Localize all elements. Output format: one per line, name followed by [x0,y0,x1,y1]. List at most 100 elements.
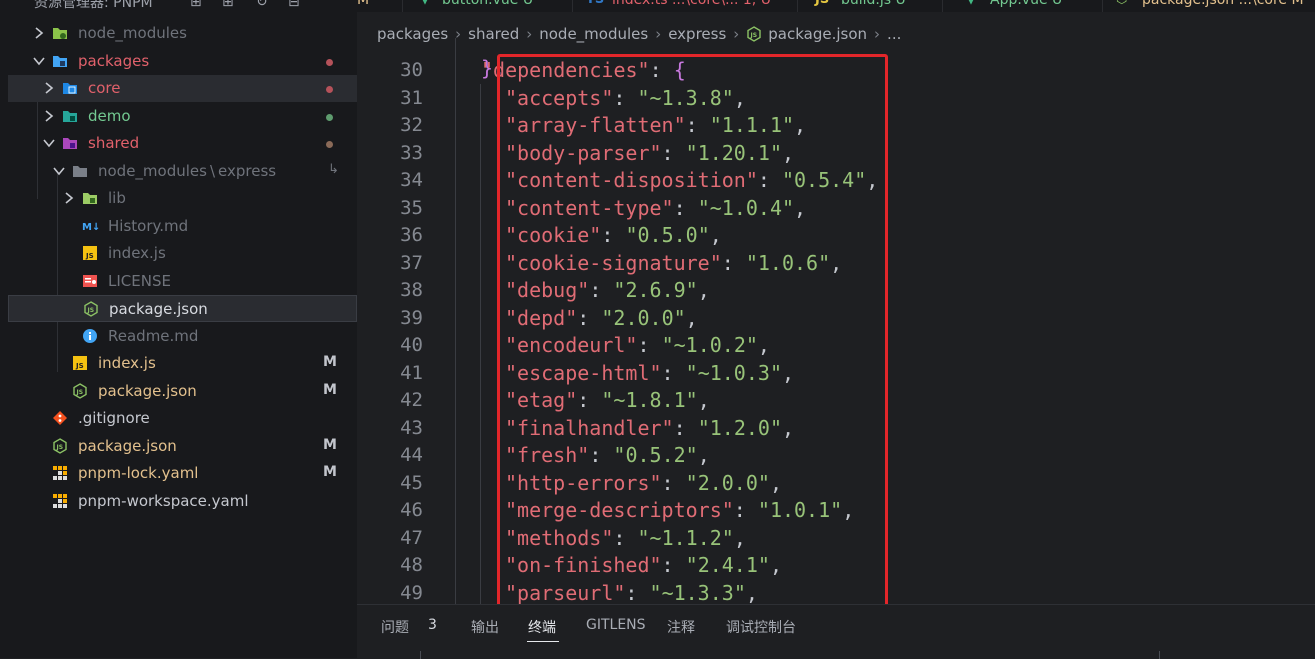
git-modified-badge: M [323,354,337,370]
tree-item-history-md[interactable]: M↓ History.md [8,213,357,240]
tree-item-demo[interactable]: demo [8,103,357,130]
chevron-right-icon [42,108,56,124]
tree-item-node-modules-express[interactable]: node_modules \ express ↳ [8,158,357,185]
demo-folder-icon [62,108,78,124]
path-separator: \ [209,162,216,180]
folder-name-suffix: express [218,162,277,180]
tab-button-vue[interactable]: ▼ button.vue U [402,0,573,12]
symlink-icon: ↳ [328,162,339,177]
tab-gitlens[interactable]: GITLENS [586,617,646,633]
tree-item-gitignore[interactable]: .gitignore [8,405,357,432]
chevron-right-icon [62,190,76,206]
line-number: 33 [400,141,423,164]
line-number: 42 [400,389,423,411]
license-icon [82,273,98,289]
git-modified-badge: M [323,437,337,453]
svg-text:JS: JS [56,444,64,451]
info-icon [82,328,98,344]
new-file-icon[interactable]: ⊞ [190,0,202,10]
git-status-dot [326,59,333,66]
line-number: 44 [400,444,423,466]
git-icon [52,410,68,426]
tree-item-index-js[interactable]: JS index.js [8,240,357,267]
editor-tab-bar: 资源管理器: PNPM ⊞ ⊞ ↻ ⊟ M ▼ button.vue U TS … [0,0,1315,12]
json-icon: ⬡ [1116,0,1127,7]
tree-item-pnpm-workspace[interactable]: pnpm-workspace.yaml [8,488,357,515]
line-number: 41 [400,361,423,384]
code-line-partial: }, [481,55,506,80]
highlight-annotation-box [497,54,888,604]
tab-app-vue[interactable]: ▼ App.vue U [942,0,1103,12]
collapse-icon[interactable]: ⊟ [288,0,300,10]
tab-build-js[interactable]: JS build.js U [797,0,943,12]
git-status-dot [326,141,333,148]
line-number: 35 [400,196,423,219]
nodejs-icon: JS [83,301,99,317]
core-folder-icon [62,80,78,96]
line-number: 46 [400,499,423,521]
tree-item-pnpm-lock[interactable]: pnpm-lock.yaml M [8,460,357,487]
svg-text:JS: JS [85,252,94,260]
tree-item-shared-package-json[interactable]: JS package.json M [8,378,357,405]
tree-item-core[interactable]: core [8,75,357,102]
line-number: 48 [400,554,423,576]
tab-package-json[interactable]: ⬡ package.json ...\core M [1102,0,1315,12]
tree-item-shared-index-js[interactable]: JS index.js M [8,350,357,377]
line-number: 34 [400,169,423,191]
tab-index-ts[interactable]: TS index.ts ...\core\... 1, U [572,0,798,12]
tab-output[interactable]: 输出 [471,617,499,637]
svg-text:M↓: M↓ [82,222,100,233]
chevron-down-icon [42,135,56,151]
git-modified-badge: M [323,464,337,480]
js-file-icon: JS [72,355,88,371]
js-icon: JS [815,0,829,7]
chevron-down-icon [52,163,66,179]
svg-text:JS: JS [76,389,84,396]
tree-item-readme-md[interactable]: Readme.md [8,323,357,350]
lib-folder-icon [82,190,98,206]
markdown-icon: M↓ [82,218,100,234]
bottom-panel: 问题 3 输出 终端 GITLENS 注释 调试控制台 [357,604,1315,659]
tab-comments[interactable]: 注释 [667,617,695,637]
chevron-right-icon [42,80,56,96]
shared-folder-icon [62,135,78,151]
tree-item-lib[interactable]: lib [8,185,357,212]
tree-item-package-json-selected[interactable]: JS package.json [8,295,357,322]
git-status-dot [326,114,333,121]
vue-icon: ▼ [420,0,430,7]
problems-count: 3 [428,617,437,633]
chevron-right-icon [32,25,46,41]
nodejs-icon: JS [52,438,68,454]
node-folder-icon [52,25,68,41]
ts-icon: TS [586,0,604,7]
tab-terminal[interactable]: 终端 [528,617,556,637]
tree-item-node-modules[interactable]: node_modules [8,20,357,47]
tree-item-packages[interactable]: packages [8,48,357,75]
tree-item-license[interactable]: LICENSE [8,268,357,295]
vue-icon: ▼ [966,0,976,7]
line-number: 37 [400,251,423,274]
chevron-down-icon [32,53,46,69]
packages-folder-icon [52,53,68,69]
git-status-dot [326,86,333,93]
svg-text:JS: JS [87,307,95,314]
tab-problems[interactable]: 问题 [381,617,409,637]
line-number: 30 [400,59,423,81]
refresh-icon[interactable]: ↻ [256,0,268,10]
line-number: 45 [400,471,423,494]
line-number: 39 [400,306,423,329]
line-number: 31 [400,86,423,109]
line-number: 32 [400,114,423,136]
line-number: 36 [400,224,423,246]
code-editor[interactable]: packages › shared › node_modules › express › JS p… [357,12,1315,604]
new-folder-icon[interactable]: ⊞ [222,0,234,10]
line-number: 40 [400,334,423,356]
tree-item-root-package-json[interactable]: JS package.json M [8,433,357,460]
line-number: 43 [400,416,423,439]
tree-item-shared[interactable]: shared [8,130,357,157]
tab-debug-console[interactable]: 调试控制台 [726,617,796,637]
pnpm-icon [52,465,68,481]
tab-modified[interactable]: M [357,0,403,12]
line-number: 49 [400,581,423,604]
js-file-icon: JS [82,245,98,261]
